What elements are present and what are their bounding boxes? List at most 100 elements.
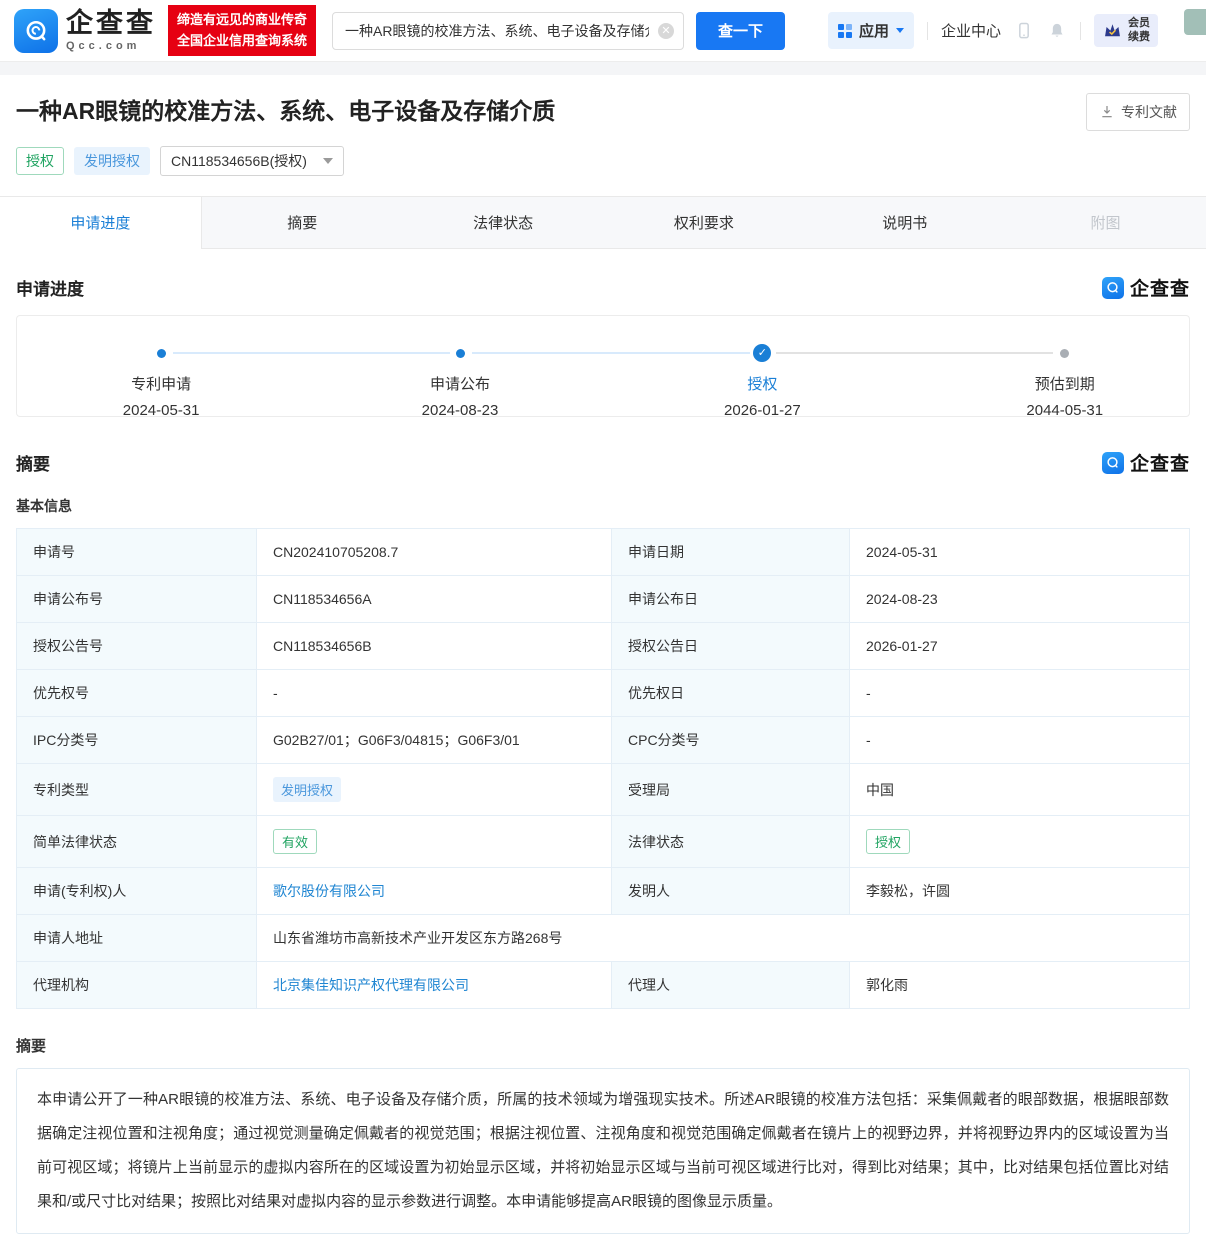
table-row: 专利类型 发明授权 受理局 中国 (17, 764, 1190, 816)
tab-legal-status[interactable]: 法律状态 (403, 197, 604, 248)
field-value: - (257, 670, 612, 717)
header-nav: 应用 企业中心 会员 续费 (828, 12, 1192, 49)
field-label: 优先权日 (612, 670, 850, 717)
tab-drawings[interactable]: 附图 (1005, 197, 1206, 248)
field-label: 授权公告日 (612, 623, 850, 670)
milestone-label: 预估到期 (980, 373, 1150, 394)
field-label: 申请公布号 (17, 576, 257, 623)
field-label: 申请人地址 (17, 915, 257, 962)
crown-icon (1102, 20, 1123, 41)
basic-info-table: 申请号 CN202410705208.7 申请日期 2024-05-31 申请公… (16, 528, 1190, 1009)
field-label: 申请日期 (612, 529, 850, 576)
slogan-line1: 缔造有远见的商业传奇 (177, 10, 307, 30)
member-renew-button[interactable]: 会员 续费 (1094, 14, 1158, 48)
apps-label: 应用 (859, 20, 889, 41)
brand-slogan: 缔造有远见的商业传奇 全国企业信用查询系统 (168, 5, 316, 55)
field-label: 法律状态 (612, 816, 850, 868)
table-row: 申请人地址 山东省潍坊市高新技术产业开发区东方路268号 (17, 915, 1190, 962)
patent-tags-row: 授权 发明授权 CN118534656B(授权) (16, 146, 1190, 176)
field-value: 山东省潍坊市高新技术产业开发区东方路268号 (257, 915, 1190, 962)
field-label: 授权公告号 (17, 623, 257, 670)
apps-menu[interactable]: 应用 (828, 12, 914, 49)
field-value: - (850, 717, 1190, 764)
application-progress-section: 申请进度 企查查 专利申请 2024-05-31 申请公布 2024-08-23 (0, 274, 1206, 417)
qcc-watermark: 企查查 (1102, 449, 1190, 476)
qcc-watermark-icon (1102, 277, 1124, 299)
enterprise-center-link[interactable]: 企业中心 (941, 20, 1001, 41)
field-label: 代理人 (612, 962, 850, 1009)
logo-domain: Qcc.com (66, 40, 156, 52)
field-label: 申请公布日 (612, 576, 850, 623)
table-row: IPC分类号 G02B27/01；G06F3/04815；G06F3/01 CP… (17, 717, 1190, 764)
field-value: 发明授权 (257, 764, 612, 816)
table-row: 授权公告号 CN118534656B 授权公告日 2026-01-27 (17, 623, 1190, 670)
tab-bar: 申请进度 摘要 法律状态 权利要求 说明书 附图 (0, 196, 1206, 249)
chevron-down-icon (323, 158, 333, 164)
abstract-text: 本申请公开了一种AR眼镜的校准方法、系统、电子设备及存储介质，所属的技术领域为增… (16, 1068, 1190, 1234)
milestone-label: 授权 (677, 373, 847, 394)
tab-description[interactable]: 说明书 (804, 197, 1005, 248)
qcc-logo-text: 企查查 Qcc.com (66, 10, 156, 52)
section-title-summary: 摘要 (16, 450, 50, 475)
field-value: 有效 (257, 816, 612, 868)
patent-timeline: 专利申请 2024-05-31 申请公布 2024-08-23 ✓ 授权 202… (16, 315, 1190, 417)
tab-abstract[interactable]: 摘要 (202, 197, 403, 248)
page-title: 一种AR眼镜的校准方法、系统、电子设备及存储介质 (16, 97, 555, 127)
tab-application-progress[interactable]: 申请进度 (0, 197, 202, 249)
table-row: 简单法律状态 有效 法律状态 授权 (17, 816, 1190, 868)
agency-link[interactable]: 北京集佳知识产权代理有限公司 (273, 977, 469, 993)
milestone-dot (456, 349, 465, 358)
field-value: 李毅松，许圆 (850, 868, 1190, 915)
tab-claims[interactable]: 权利要求 (603, 197, 804, 248)
milestone-application: 专利申请 2024-05-31 (76, 344, 246, 419)
field-label: 发明人 (612, 868, 850, 915)
validity-badge: 有效 (273, 829, 317, 854)
qcc-watermark: 企查查 (1102, 274, 1190, 301)
avatar[interactable] (1184, 9, 1206, 35)
milestone-label: 申请公布 (375, 373, 545, 394)
qcc-logo[interactable]: 企查查 Qcc.com (14, 9, 156, 53)
milestone-label: 专利申请 (76, 373, 246, 394)
member-renew-label: 会员 续费 (1128, 17, 1150, 45)
milestone-dot (1060, 349, 1069, 358)
table-row: 优先权号 - 优先权日 - (17, 670, 1190, 717)
chevron-down-icon (896, 28, 904, 33)
status-badge: 授权 (16, 147, 64, 175)
field-value: 歌尔股份有限公司 (257, 868, 612, 915)
milestone-publication: 申请公布 2024-08-23 (375, 344, 545, 419)
table-row: 代理机构 北京集佳知识产权代理有限公司 代理人 郭化雨 (17, 962, 1190, 1009)
field-label: 代理机构 (17, 962, 257, 1009)
field-value: 2024-08-23 (850, 576, 1190, 623)
field-value: 中国 (850, 764, 1190, 816)
field-value: 授权 (850, 816, 1190, 868)
notification-bell-icon[interactable] (1047, 20, 1067, 42)
field-label: 受理局 (612, 764, 850, 816)
table-row: 申请号 CN202410705208.7 申请日期 2024-05-31 (17, 529, 1190, 576)
version-select[interactable]: CN118534656B(授权) (160, 146, 344, 176)
page-background-strip (0, 62, 1206, 75)
field-value: 北京集佳知识产权代理有限公司 (257, 962, 612, 1009)
qcc-watermark-icon (1102, 452, 1124, 474)
field-label: 简单法律状态 (17, 816, 257, 868)
mobile-app-icon[interactable] (1014, 20, 1034, 42)
field-label: IPC分类号 (17, 717, 257, 764)
field-value: 2024-05-31 (850, 529, 1190, 576)
applicant-link[interactable]: 歌尔股份有限公司 (273, 883, 385, 899)
clear-search-icon[interactable]: ✕ (658, 23, 674, 39)
patent-type-badge: 发明授权 (74, 147, 150, 175)
search-box: ✕ (332, 12, 684, 50)
search-button[interactable]: 查一下 (696, 12, 785, 50)
patent-document-button[interactable]: 专利文献 (1086, 93, 1190, 131)
logo-name: 企查查 (66, 10, 156, 37)
search-input[interactable] (332, 12, 684, 50)
field-value: 2026-01-27 (850, 623, 1190, 670)
field-value: CN118534656B (257, 623, 612, 670)
milestone-date: 2024-08-23 (375, 402, 545, 419)
field-label: 专利类型 (17, 764, 257, 816)
field-value: CN118534656A (257, 576, 612, 623)
summary-section: 摘要 企查查 基本信息 申请号 CN202410705208.7 申请日期 20… (0, 449, 1206, 1234)
milestone-dot (157, 349, 166, 358)
field-label: 申请(专利权)人 (17, 868, 257, 915)
patent-type-badge: 发明授权 (273, 777, 341, 802)
abstract-subheading: 摘要 (16, 1035, 1190, 1056)
